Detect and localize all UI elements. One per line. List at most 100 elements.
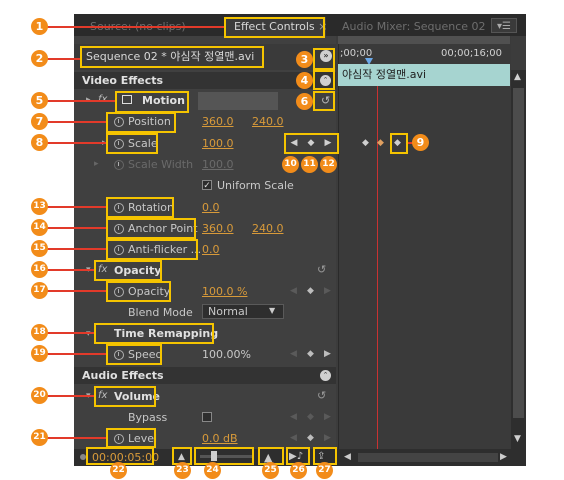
add-keyframe-icon[interactable]: ◆ [307,286,314,296]
highlight-scale [106,133,158,154]
highlight-speed [106,344,162,365]
callout-1: 1 [31,18,48,35]
scale-value[interactable]: 100.0 [202,137,234,151]
highlight-anchor-point [106,218,196,239]
callout-10: 10 [282,156,299,173]
callout-23: 23 [174,462,191,479]
position-y-value[interactable]: 240.0 [252,115,284,129]
leader-line [46,58,80,60]
time-ruler[interactable]: ;00;00 00;00;16;00 [338,46,510,62]
highlight-level [106,428,156,448]
callout-21: 21 [31,429,48,446]
highlight-show-timeline [313,48,335,70]
bypass-label: Bypass [128,411,168,424]
callout-27: 27 [316,462,333,479]
callout-15: 15 [31,240,48,257]
keyframe-icon[interactable]: ◆ [362,138,369,148]
highlight-keyframe-navigator [284,133,339,154]
scrollbar-thumb[interactable] [513,88,524,418]
leader-line [46,290,106,292]
leader-line [46,100,115,102]
anchor-point-y-value[interactable]: 240.0 [252,222,284,236]
expand-icon[interactable]: ▾ [86,329,91,339]
leader-line [46,395,94,397]
add-keyframe-icon[interactable]: ◆ [307,349,314,359]
highlight-volume [94,386,156,407]
rotation-value[interactable]: 0.0 [202,201,220,215]
callout-13: 13 [31,198,48,215]
callout-11: 11 [301,156,318,173]
video-effects-title: Video Effects [82,74,164,87]
callout-16: 16 [31,261,48,278]
scroll-right-icon[interactable]: ▶ [500,452,507,462]
next-keyframe-icon: ▶ [324,286,331,296]
callout-6: 6 [296,93,313,110]
highlight-position [106,112,176,133]
highlight-collapse [313,70,335,90]
highlight-opacity-effect [94,260,162,281]
highlight-anti-flicker [106,239,198,260]
audio-effects-title: Audio Effects [82,369,164,382]
reset-icon[interactable]: ↺ [317,263,326,276]
callout-20: 20 [31,387,48,404]
position-x-value[interactable]: 360.0 [202,115,234,129]
callout-14: 14 [31,219,48,236]
callout-7: 7 [31,113,48,130]
add-keyframe-icon[interactable]: ◆ [307,433,314,443]
scale-width-value: 100.0 [202,158,234,171]
playhead-line [377,64,378,449]
callout-5: 5 [31,92,48,109]
anchor-point-x-value[interactable]: 360.0 [202,222,234,236]
callout-17: 17 [31,282,48,299]
leader-line [46,227,106,229]
opacity-value[interactable]: 100.0 % [202,285,247,299]
next-keyframe-icon[interactable]: ▶ [324,349,331,359]
bypass-checkbox[interactable] [202,412,212,422]
highlight-zoom-slider [194,447,254,465]
leader-line [46,26,224,28]
blend-mode-select[interactable]: Normal ▼ [202,304,284,319]
highlight-keyframe [390,133,408,154]
level-value[interactable]: 0.0 dB [202,432,238,446]
clip-name: 야심작 정열맨.avi [342,68,427,81]
timeline-area [338,36,511,449]
callout-4: 4 [296,72,313,89]
ruler-end-time: 00;00;16;00 [441,48,503,59]
callout-18: 18 [31,324,48,341]
reset-icon[interactable]: ↺ [317,389,326,402]
previous-keyframe-icon: ◀ [290,433,297,443]
anti-flicker-value[interactable]: 0.0 [202,243,220,257]
next-keyframe-icon: ▶ [324,433,331,443]
clip-bar[interactable]: 야심작 정열맨.avi [338,64,510,86]
callout-2: 2 [31,50,48,67]
add-keyframe-icon: ◆ [307,412,314,422]
leader-line [46,206,106,208]
uniform-scale-checkbox[interactable]: ✓ [202,180,212,191]
highlight-opacity-param [106,281,171,302]
toggle-animation-icon [114,160,124,170]
collapse-icon[interactable]: ⌃ [320,370,331,381]
vertical-scrollbar[interactable]: ▲ ▼ [511,70,526,449]
motion-bar [198,92,278,110]
leader-line [46,437,106,439]
panel-menu-icon[interactable]: ▾☰ [491,18,517,33]
leader-line [46,269,94,271]
scroll-up-icon[interactable]: ▲ [514,72,521,82]
previous-keyframe-icon: ◀ [290,412,297,422]
scroll-left-icon[interactable]: ◀ [344,452,351,462]
timeline-zoom-bar[interactable] [338,36,510,44]
callout-24: 24 [204,462,221,479]
highlight-effect-controls-tab [224,17,325,38]
keyframe-icon[interactable]: ◆ [377,138,384,148]
highlight-motion [115,91,189,113]
scale-width-label: Scale Width [128,158,194,171]
leader-line [46,142,106,144]
expand-icon[interactable]: ▸ [94,159,99,169]
speed-value: 100.00% [202,348,251,361]
tab-audio-mixer[interactable]: Audio Mixer: Sequence 02 [342,17,486,36]
horizontal-scrollbar[interactable] [358,453,498,462]
scroll-down-icon[interactable]: ▼ [514,434,521,444]
leader-line [46,121,106,123]
callout-9: 9 [412,134,429,151]
callout-25: 25 [262,462,279,479]
